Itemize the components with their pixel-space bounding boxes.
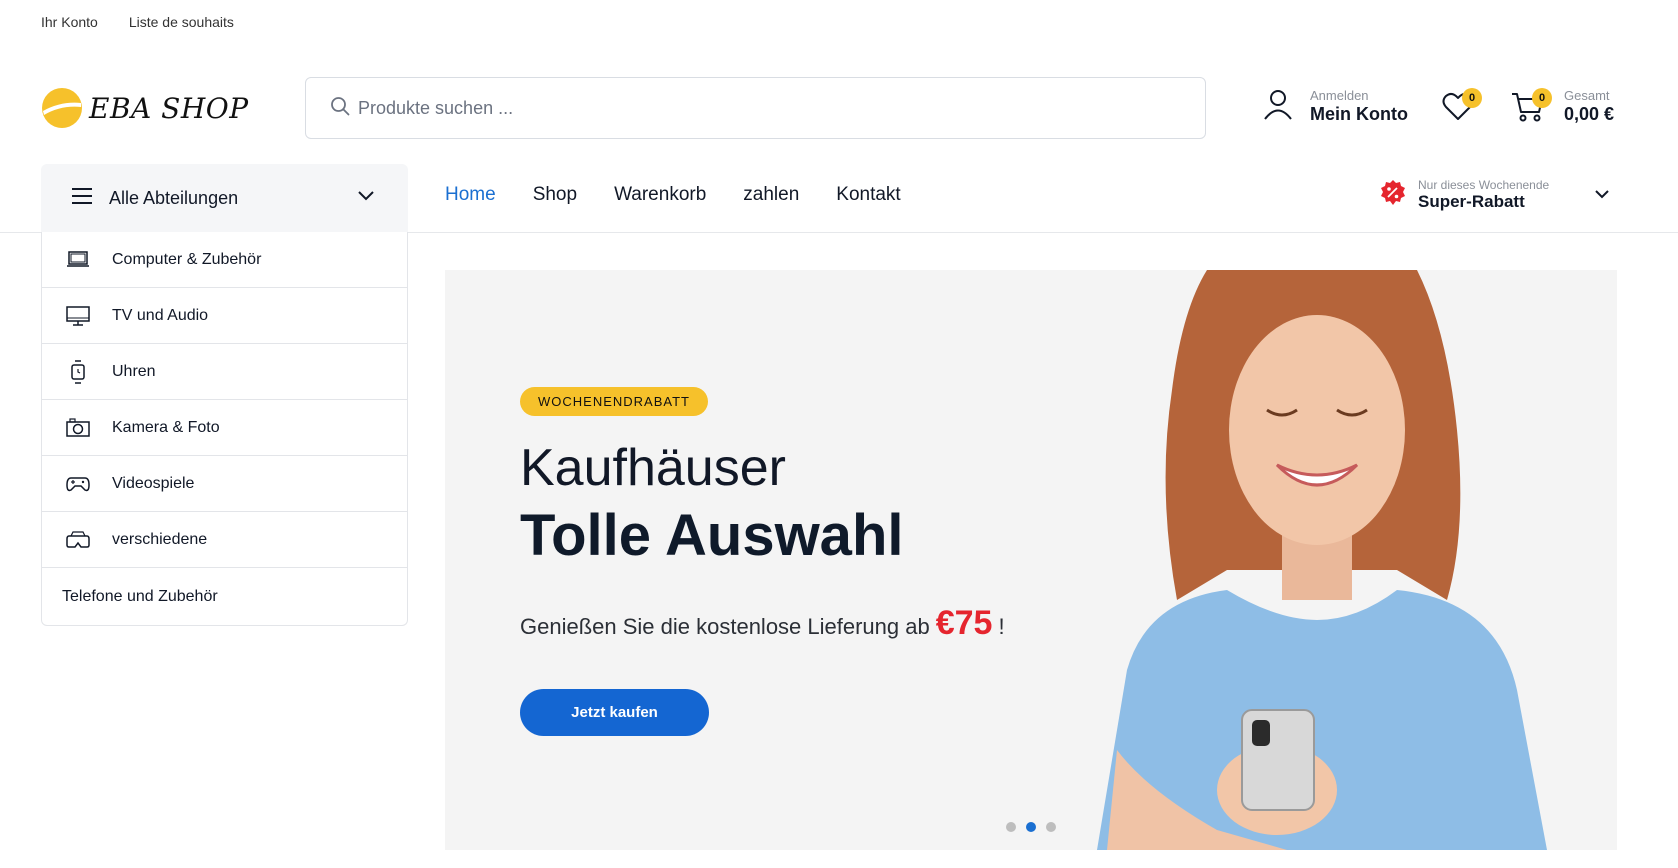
- wishlist-button[interactable]: 0: [1442, 88, 1482, 126]
- search-input[interactable]: [358, 97, 1118, 119]
- hero-image: [977, 270, 1617, 850]
- slider-dot[interactable]: [1046, 822, 1056, 832]
- category-label: verschiedene: [112, 530, 208, 548]
- heart-icon: [1442, 92, 1474, 126]
- chevron-down-icon: [358, 188, 374, 206]
- top-bar: Ihr Konto Liste de souhaits: [41, 14, 234, 34]
- category-item-camera[interactable]: Kamera & Foto: [42, 400, 407, 456]
- shop-now-button[interactable]: Jetzt kaufen: [520, 689, 709, 736]
- nav-home[interactable]: Home: [445, 184, 496, 206]
- vr-headset-icon: [66, 528, 90, 552]
- hero-subtitle-text: Genießen Sie die kostenlose Lieferung ab: [520, 614, 930, 639]
- category-item-computer[interactable]: Computer & Zubehör: [42, 232, 407, 288]
- topbar-link-account[interactable]: Ihr Konto: [41, 14, 98, 34]
- category-label: Kamera & Foto: [112, 418, 220, 436]
- topbar-link-wishlist[interactable]: Liste de souhaits: [129, 14, 234, 34]
- category-item-misc[interactable]: verschiedene: [42, 512, 407, 568]
- category-label: Telefone und Zubehör: [62, 587, 218, 605]
- account-big-label: Mein Konto: [1310, 104, 1408, 124]
- slider-dots: [1006, 822, 1056, 832]
- category-label: Uhren: [112, 362, 156, 380]
- hero-tag: WOCHENENDRABATT: [520, 387, 708, 416]
- chevron-down-icon: [1595, 186, 1609, 204]
- laptop-icon: [66, 248, 90, 272]
- category-item-watches[interactable]: Uhren: [42, 344, 407, 400]
- search-bar[interactable]: [305, 77, 1206, 139]
- category-item-videogames[interactable]: Videospiele: [42, 456, 407, 512]
- camera-icon: [66, 416, 90, 440]
- discount-badge-icon: [1380, 179, 1406, 211]
- category-label: Computer & Zubehör: [112, 250, 262, 268]
- cart-button[interactable]: 0: [1510, 88, 1552, 128]
- promo-big-label: Super-Rabatt: [1418, 192, 1525, 211]
- nav-cart[interactable]: Warenkorb: [614, 184, 706, 206]
- account-small-label: Anmelden: [1310, 88, 1369, 103]
- logo-icon: [41, 87, 83, 129]
- category-label: TV und Audio: [112, 306, 209, 324]
- cart-total[interactable]: Gesamt 0,00 €: [1564, 88, 1614, 125]
- slider-dot-active[interactable]: [1026, 822, 1036, 832]
- account-link[interactable]: Anmelden Mein Konto: [1262, 88, 1408, 125]
- cart-icon: [1510, 93, 1546, 128]
- hero-subtitle-end: !: [998, 614, 1005, 639]
- nav-checkout[interactable]: zahlen: [743, 184, 799, 206]
- site-logo[interactable]: EBA SHOP: [41, 86, 249, 130]
- promo-dropdown[interactable]: Nur dieses Wochenende Super-Rabatt: [1380, 178, 1609, 212]
- menu-icon: [71, 187, 93, 210]
- hero-title-line1: Kaufhäuser: [520, 439, 786, 497]
- cart-total-value: 0,00 €: [1564, 104, 1615, 124]
- hero-title-line2: Tolle Auswahl: [520, 503, 904, 568]
- departments-toggle[interactable]: Alle Abteilungen: [41, 164, 408, 232]
- search-icon: [330, 96, 350, 121]
- nav-contact[interactable]: Kontakt: [836, 184, 900, 206]
- watch-icon: [66, 359, 90, 384]
- cart-count-badge: 0: [1532, 88, 1552, 108]
- hero-banner: WOCHENENDRABATT Kaufhäuser Tolle Auswahl…: [445, 270, 1617, 850]
- user-icon: [1262, 88, 1294, 125]
- logo-text: EBA SHOP: [89, 91, 249, 125]
- category-item-phones[interactable]: Telefone und Zubehör: [42, 568, 407, 625]
- wishlist-count-badge: 0: [1462, 88, 1482, 108]
- slider-dot[interactable]: [1006, 822, 1016, 832]
- promo-small-label: Nur dieses Wochenende: [1418, 178, 1550, 192]
- cart-small-label: Gesamt: [1564, 88, 1610, 103]
- hero-price: €75: [935, 604, 993, 642]
- nav-shop[interactable]: Shop: [533, 184, 577, 206]
- category-label: Videospiele: [112, 474, 195, 492]
- category-item-tv[interactable]: TV und Audio: [42, 288, 407, 344]
- main-navigation: Home Shop Warenkorb zahlen Kontakt: [445, 184, 901, 206]
- departments-label: Alle Abteilungen: [109, 187, 239, 208]
- category-list: Computer & Zubehör TV und Audio Uhren Ka…: [41, 232, 408, 626]
- monitor-icon: [66, 304, 90, 328]
- hero-subtitle: Genießen Sie die kostenlose Lieferung ab…: [520, 604, 1005, 643]
- gamepad-icon: [66, 472, 90, 496]
